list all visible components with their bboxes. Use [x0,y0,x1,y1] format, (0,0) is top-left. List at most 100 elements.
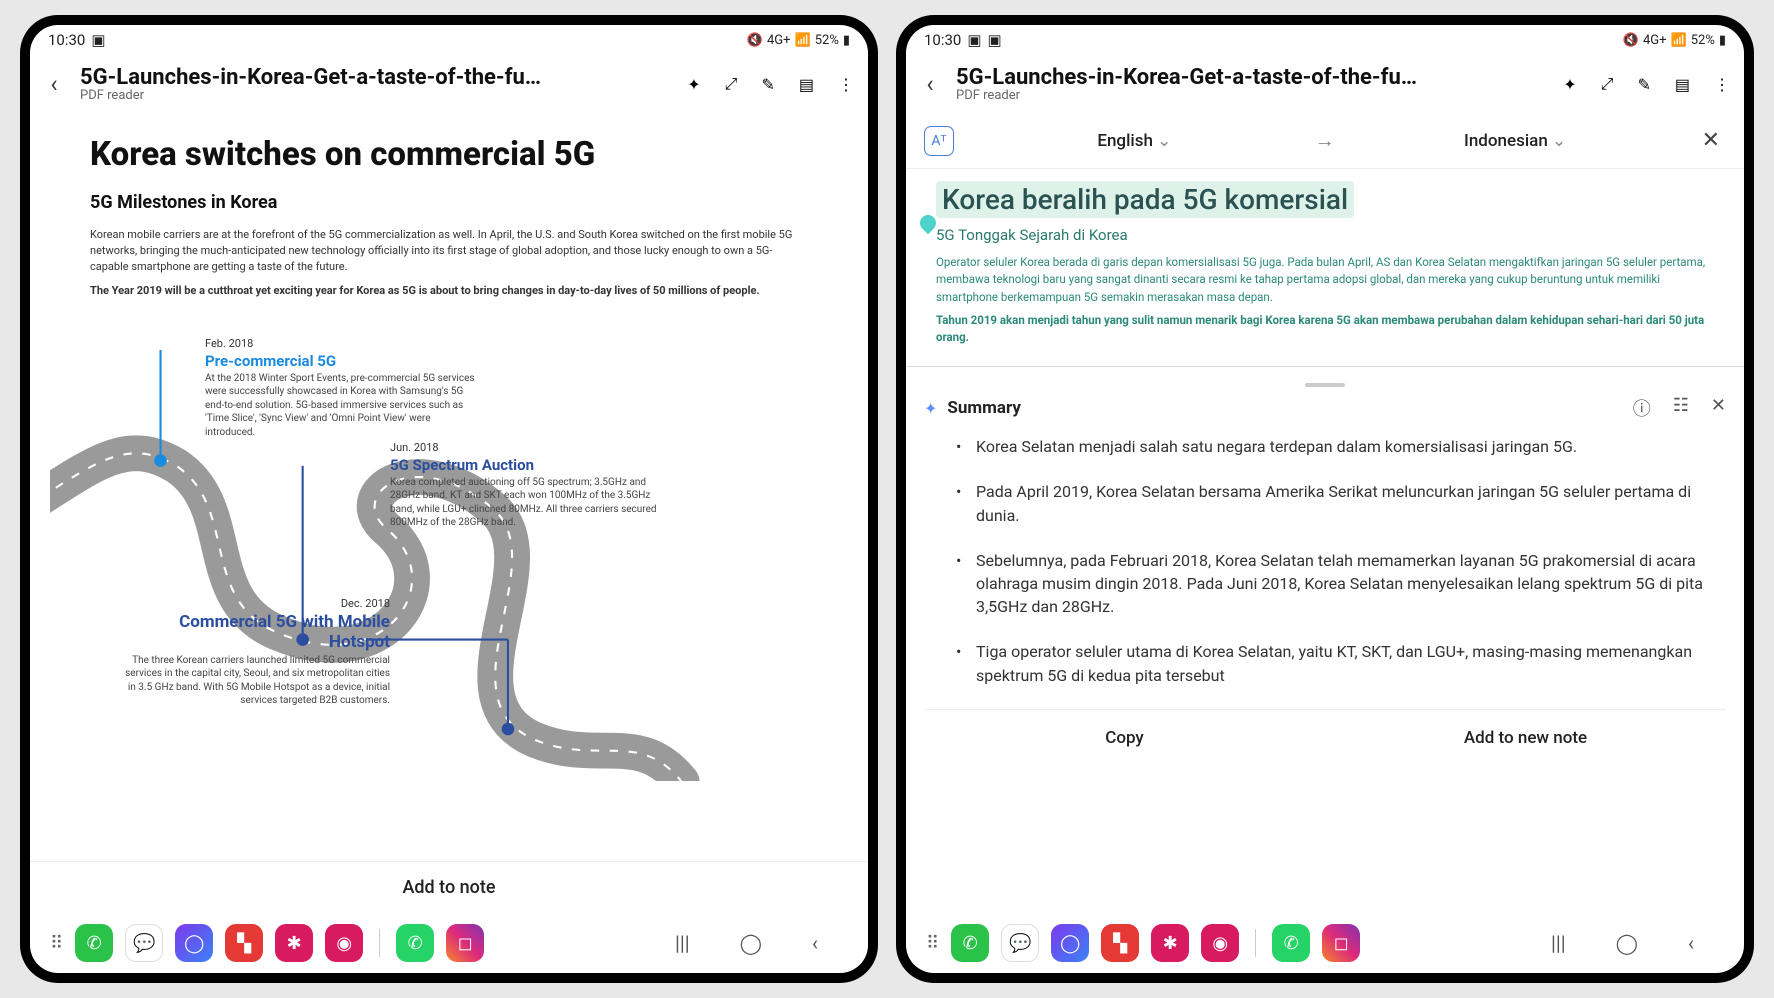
event-desc: The three Korean carriers launched limit… [120,654,390,708]
swap-arrow-icon[interactable]: → [1315,128,1335,153]
translate-icon[interactable]: Aᵀ [924,126,954,156]
recents-button[interactable]: ||| [1551,931,1566,955]
back-nav-button[interactable]: ‹ [812,931,818,955]
dock-bar: ⠿ ✆ 💬 ◯ ▚ ✱ ◉ ✆ ◻ ||| ◯ ‹ [30,913,868,973]
close-translate-button[interactable]: ✕ [1696,128,1726,153]
messages-app-icon[interactable]: 💬 [125,924,163,962]
flipboard-app-icon[interactable]: ▚ [225,924,263,962]
mute-icon: 🔇 [1623,33,1639,48]
add-new-note-button[interactable]: Add to new note [1325,710,1726,767]
title-block: 5G-Launches-in-Korea-Get-a-taste-of-the-… [956,65,1553,103]
dock-divider [1255,929,1256,957]
add-to-note-button[interactable]: Add to note [30,861,868,913]
document-subtitle: PDF reader [80,88,677,103]
screen-left: 10:30 ▣ 🔇 4G+ 📶 52% ▮ ‹ 5G-Launches-in-K… [30,25,868,973]
browser-app-icon[interactable]: ◯ [175,924,213,962]
summary-header: ✦ Summary ⓘ ☷ ✕ [924,395,1726,421]
home-button[interactable]: ◯ [1616,931,1638,955]
recents-button[interactable]: ||| [675,931,690,955]
chevron-down-icon: ⌄ [1552,131,1566,151]
document-subtitle: PDF reader [956,88,1553,103]
list-format-icon[interactable]: ☷ [1673,395,1689,421]
appbar-actions: ✦ ⤢ ✎ ▤ ⋮ [687,74,854,94]
network-label: 4G+ [1643,33,1667,48]
gallery-app-icon[interactable]: ✱ [275,924,313,962]
phone-app-icon[interactable]: ✆ [951,924,989,962]
messages-app-icon[interactable]: 💬 [1001,924,1039,962]
reader-icon[interactable]: ▤ [799,75,814,94]
translate-bar: Aᵀ English ⌄ → Indonesian ⌄ ✕ [906,113,1744,169]
timeline: Feb. 2018 Pre-commercial 5G At the 2018 … [90,329,808,759]
summary-item: Korea Selatan menjadi salah satu negara … [956,435,1716,458]
whatsapp-app-icon[interactable]: ✆ [396,924,434,962]
event-desc: At the 2018 Winter Sport Events, pre-com… [205,372,475,440]
battery-label: 52% [815,33,839,48]
browser-app-icon[interactable]: ◯ [1051,924,1089,962]
summary-list[interactable]: Korea Selatan menjadi salah satu negara … [924,435,1726,709]
pdf-page: Korea switches on commercial 5G 5G Miles… [30,113,868,769]
edit-icon[interactable]: ✎ [761,75,774,94]
status-bar: 10:30 ▣ ▣ 🔇 4G+ 📶 52% ▮ [906,25,1744,55]
back-button[interactable]: ‹ [914,70,946,98]
translated-content[interactable]: Korea beralih pada 5G komersial 5G Tongg… [906,169,1744,366]
battery-label: 52% [1691,33,1715,48]
nav-buttons: ||| ◯ ‹ [1372,931,1724,955]
whatsapp-app-icon[interactable]: ✆ [1272,924,1310,962]
edit-icon[interactable]: ✎ [1637,75,1650,94]
phone-app-icon[interactable]: ✆ [75,924,113,962]
back-nav-button[interactable]: ‹ [1688,931,1694,955]
signal-icon: 📶 [795,33,811,48]
nav-buttons: ||| ◯ ‹ [496,931,848,955]
apps-grid-icon[interactable]: ⠿ [50,933,63,954]
reader-icon[interactable]: ▤ [1675,75,1690,94]
instagram-app-icon[interactable]: ◻ [446,924,484,962]
event-date: Dec. 2018 [120,597,390,610]
drag-handle[interactable] [1305,383,1345,387]
source-language-select[interactable]: English ⌄ [968,131,1301,151]
apps-grid-icon[interactable]: ⠿ [926,933,939,954]
summary-title: Summary [947,398,1622,418]
screen-right: 10:30 ▣ ▣ 🔇 4G+ 📶 52% ▮ ‹ 5G-Launches-in… [906,25,1744,973]
event-name: Commercial 5G with Mobile Hotspot [120,612,390,652]
expand-icon[interactable]: ⤢ [725,74,738,94]
target-language-label: Indonesian [1464,131,1548,151]
expand-icon[interactable]: ⤢ [1601,74,1614,94]
target-language-select[interactable]: Indonesian ⌄ [1349,131,1682,151]
screenshot-icon: ▣ [967,31,981,49]
pdf-heading-2: 5G Milestones in Korea [90,192,808,213]
chevron-down-icon: ⌄ [1157,131,1171,151]
timeline-event-2: Jun. 2018 5G Spectrum Auction Korea comp… [390,441,660,530]
summary-item: Tiga operator seluler utama di Korea Sel… [956,640,1716,686]
back-button[interactable]: ‹ [38,70,70,98]
copy-label: Copy [1105,728,1144,748]
pdf-content[interactable]: Korea switches on commercial 5G 5G Miles… [30,113,868,861]
more-icon[interactable]: ⋮ [838,75,854,94]
instagram-app-icon[interactable]: ◻ [1322,924,1360,962]
source-language-label: English [1097,131,1153,151]
device-left: 10:30 ▣ 🔇 4G+ 📶 52% ▮ ‹ 5G-Launches-in-K… [20,15,878,983]
device-right: 10:30 ▣ ▣ 🔇 4G+ 📶 52% ▮ ‹ 5G-Launches-in… [896,15,1754,983]
copy-button[interactable]: Copy [924,710,1325,767]
event-date: Feb. 2018 [205,337,475,350]
gallery-app-icon[interactable]: ✱ [1151,924,1189,962]
event-desc: Korea completed auctioning off 5G spectr… [390,476,660,530]
ai-sparkle-icon: ✦ [924,399,937,418]
clock: 10:30 [924,31,961,49]
translated-heading-1: Korea beralih pada 5G komersial [936,181,1354,218]
ai-sparkle-icon[interactable]: ✦ [1563,75,1576,94]
dock-bar: ⠿ ✆ 💬 ◯ ▚ ✱ ◉ ✆ ◻ ||| ◯ ‹ [906,913,1744,973]
camera-app-icon[interactable]: ◉ [325,924,363,962]
camera-app-icon[interactable]: ◉ [1201,924,1239,962]
close-summary-button[interactable]: ✕ [1711,395,1726,421]
ai-sparkle-icon[interactable]: ✦ [687,75,700,94]
battery-icon: ▮ [1719,33,1726,48]
home-button[interactable]: ◯ [740,931,762,955]
info-icon[interactable]: ⓘ [1633,395,1651,421]
flipboard-app-icon[interactable]: ▚ [1101,924,1139,962]
network-label: 4G+ [767,33,791,48]
app-bar: ‹ 5G-Launches-in-Korea-Get-a-taste-of-th… [30,55,868,113]
app-bar: ‹ 5G-Launches-in-Korea-Get-a-taste-of-th… [906,55,1744,113]
camera-icon: ▣ [988,31,1002,49]
more-icon[interactable]: ⋮ [1714,75,1730,94]
appbar-actions: ✦ ⤢ ✎ ▤ ⋮ [1563,74,1730,94]
